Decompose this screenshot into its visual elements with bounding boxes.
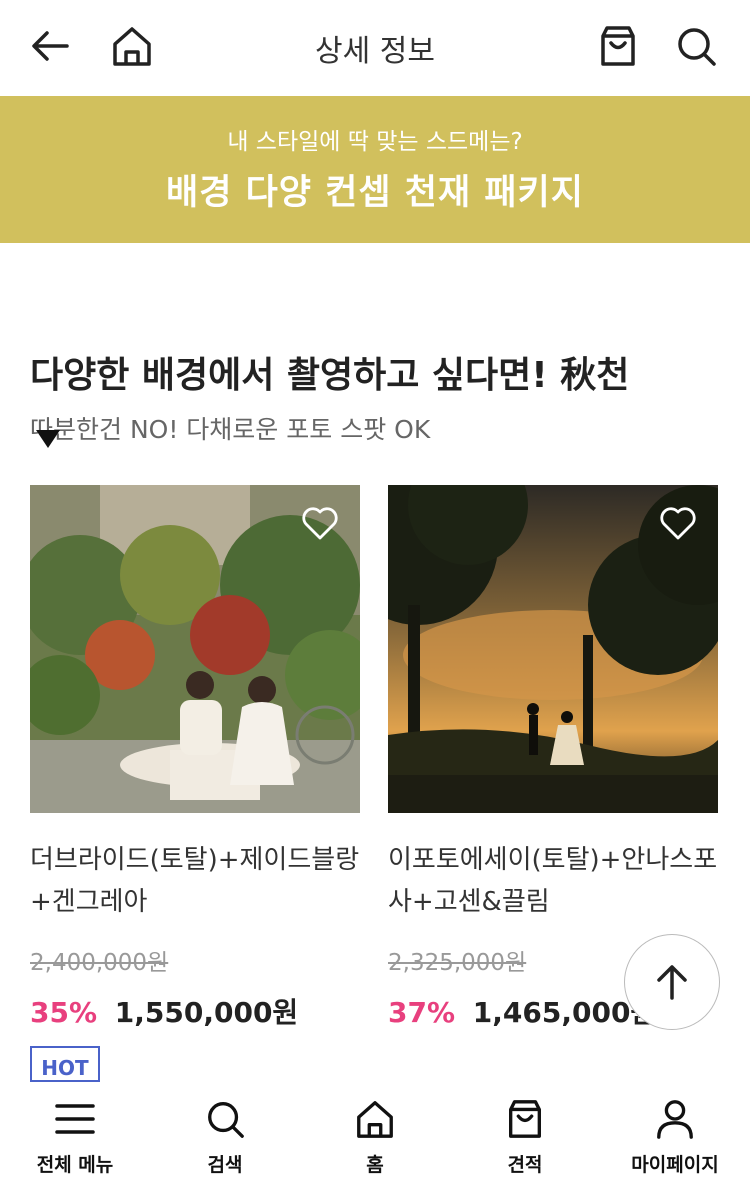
arrow-up-icon	[657, 965, 687, 1000]
nav-item-estimate[interactable]: 견적	[450, 1086, 600, 1186]
heart-icon[interactable]	[658, 503, 698, 543]
user-icon	[657, 1100, 693, 1139]
nav-label: 검색	[207, 1154, 243, 1176]
home-icon	[357, 1101, 393, 1138]
promo-banner: 내 스타일에 딱 맞는 스드메는? 배경 다양 컨셉 천재 패키지	[0, 96, 750, 243]
nav-item-home[interactable]: 홈	[300, 1086, 450, 1186]
menu-icon	[55, 1104, 95, 1134]
banner-title: 배경 다양 컨셉 천재 패키지	[166, 173, 584, 213]
nav-item-all-menu[interactable]: 전체 메뉴	[0, 1086, 150, 1186]
nav-item-search[interactable]: 검색	[150, 1086, 300, 1186]
product-card[interactable]: 더브라이드(토탈)+제이드블랑+겐그레아 2,400,000원 35% 1,55…	[30, 485, 360, 1031]
scroll-to-top-button[interactable]	[624, 934, 720, 1030]
product-name[interactable]: 더브라이드(토탈)+제이드블랑+겐그레아	[30, 839, 360, 923]
shopping-bag-icon	[509, 1100, 541, 1138]
banner-subtitle: 내 스타일에 딱 맞는 스드메는?	[227, 129, 523, 155]
original-price: 2,400,000원	[30, 950, 169, 976]
nav-label: 마이페이지	[631, 1154, 719, 1176]
nav-item-my-page[interactable]: 마이페이지	[600, 1086, 750, 1186]
discount-rate: 37%	[388, 996, 456, 1029]
price-row: 35% 1,550,000원	[30, 991, 360, 1031]
sale-price: 1,550,000원	[114, 996, 299, 1029]
shopping-bag-icon	[601, 26, 635, 66]
product-name[interactable]: 이포토에세이(토탈)+안나스포사+고센&끌림	[388, 839, 718, 923]
marker-triangle-icon	[36, 430, 60, 448]
section-title: 다양한 배경에서 촬영하고 싶다면! 秋천	[30, 355, 630, 396]
nav-label: 전체 메뉴	[36, 1154, 114, 1176]
search-icon	[208, 1102, 244, 1138]
discount-rate: 35%	[30, 996, 98, 1029]
product-image-wedding-garden[interactable]	[30, 485, 360, 813]
top-bar: 상세 정보	[0, 0, 750, 96]
search-button[interactable]	[672, 22, 720, 70]
bottom-nav: 전체 메뉴 검색 홈 견적 마이페이지	[0, 1086, 750, 1186]
product-image-wedding-sunset[interactable]	[388, 485, 718, 813]
heart-icon[interactable]	[300, 503, 340, 543]
section-subtitle: 따분한건 NO! 다채로운 포토 스팟 OK	[30, 415, 431, 444]
nav-label: 홈	[366, 1154, 384, 1176]
nav-label: 견적	[507, 1154, 543, 1176]
cart-button[interactable]	[594, 22, 642, 70]
search-icon	[678, 28, 716, 66]
hot-badge: HOT	[30, 1046, 100, 1082]
